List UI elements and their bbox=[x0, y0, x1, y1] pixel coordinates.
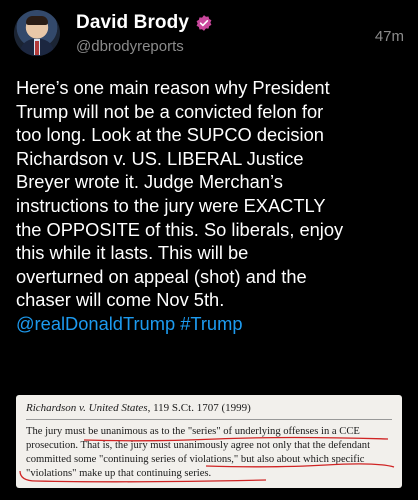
author-handle[interactable]: @dbrodyreports bbox=[76, 38, 184, 55]
case-citation: Richardson v. United States, 119 S.Ct. 1… bbox=[26, 402, 251, 414]
post-header: David Brody @dbrodyreports 47m bbox=[14, 10, 404, 58]
post-text: Here’s one main reason why President Tru… bbox=[16, 77, 344, 311]
case-reporter: , 119 S.Ct. 1707 (1999) bbox=[147, 402, 251, 414]
author-name[interactable]: David Brody bbox=[76, 12, 189, 34]
post-mentions-link[interactable]: @realDonaldTrump #Trump bbox=[16, 313, 243, 334]
case-name: Richardson v. United States bbox=[26, 402, 148, 414]
citation-divider bbox=[26, 419, 392, 420]
post-body: Here’s one main reason why President Tru… bbox=[16, 76, 408, 336]
case-excerpt: The jury must be unanimous as to the "se… bbox=[26, 426, 371, 479]
author-name-row: David Brody bbox=[76, 12, 213, 34]
attached-image[interactable]: Richardson v. United States, 119 S.Ct. 1… bbox=[16, 395, 402, 488]
avatar[interactable] bbox=[14, 10, 60, 56]
post-timestamp[interactable]: 47m bbox=[375, 28, 404, 45]
verified-badge-icon bbox=[196, 15, 212, 31]
